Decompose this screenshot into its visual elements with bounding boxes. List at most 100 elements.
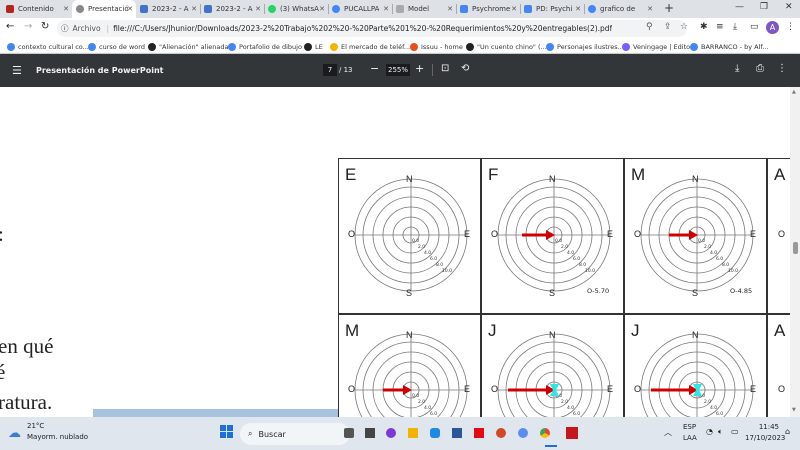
maximize-button[interactable]: ❐ (760, 2, 768, 12)
star-icon[interactable]: ☆ (680, 22, 688, 32)
close-icon[interactable]: ✕ (255, 5, 261, 13)
address-bar[interactable]: ⓘ Archivo | file:///C:/Users/Jhunior/Dow… (57, 20, 687, 37)
extensions-icon[interactable]: ✱ (700, 22, 708, 32)
cell-letter: A (774, 321, 786, 340)
lang-layout[interactable]: LAA (683, 434, 697, 442)
bookmark-4[interactable]: LE (304, 40, 323, 53)
netflix-icon[interactable] (474, 428, 484, 438)
bookmark-7[interactable]: "Un cuento chino" (... (466, 40, 547, 53)
battery-icon[interactable]: ▭ (731, 427, 739, 436)
app-icon-8[interactable] (518, 428, 528, 438)
avatar[interactable]: A (766, 21, 779, 34)
task-view-icon[interactable] (344, 428, 354, 438)
bookmark-5[interactable]: El mercado de teléf... (330, 40, 410, 53)
clock-time[interactable]: 11:45 (757, 423, 779, 431)
close-icon[interactable]: ✕ (511, 5, 517, 13)
app-icon-2[interactable] (386, 428, 396, 438)
close-icon[interactable]: ✕ (127, 5, 133, 13)
scrollbar-thumb[interactable] (793, 242, 798, 254)
rotate-icon[interactable]: ⟲ (461, 63, 469, 74)
bookmark-2[interactable]: "Alienación" alienada (148, 40, 229, 53)
acrobat-icon[interactable] (566, 427, 578, 439)
download-icon[interactable]: ⤓ (735, 63, 739, 74)
bookmark-label: "Un cuento chino" (... (477, 42, 547, 51)
reload-icon[interactable]: ↻ (41, 21, 49, 32)
info-icon[interactable]: ⓘ (61, 23, 69, 34)
print-icon[interactable]: ⎙ (756, 63, 764, 74)
tab-3[interactable]: 2023-2 - A ✕ (200, 0, 264, 18)
close-icon[interactable]: ✕ (575, 5, 581, 13)
close-icon[interactable]: ✕ (383, 5, 389, 13)
close-icon[interactable]: ✕ (647, 5, 653, 13)
share-icon[interactable]: ⇪ (664, 22, 672, 32)
close-icon[interactable]: ✕ (319, 5, 325, 13)
reading-list-icon[interactable]: ≡ (716, 22, 724, 32)
tab-label: Model (408, 5, 430, 13)
tab-1-active[interactable]: Presentació ✕ (72, 0, 136, 18)
west-label: O (348, 229, 356, 239)
bookmark-0[interactable]: contexto cultural co... (7, 40, 89, 53)
download-icon[interactable]: ⤓ (733, 22, 737, 32)
lang-code[interactable]: ESP (683, 423, 696, 431)
fit-page-icon[interactable]: ⊡ (441, 63, 449, 74)
zoom-out-icon[interactable]: − (370, 62, 379, 75)
menu-dots-icon[interactable]: ⋮ (786, 22, 795, 32)
tab-7[interactable]: Psychrome ✕ (456, 0, 520, 18)
clock-date[interactable]: 17/10/2023 (745, 434, 785, 442)
tab-5[interactable]: PUCALLPA ✕ (328, 0, 392, 18)
bookmark-icon (7, 42, 15, 51)
bookmark-8[interactable]: Personajes ilustres... (546, 40, 624, 53)
close-icon[interactable]: ✕ (63, 5, 69, 13)
ring-label: 4.0 (567, 405, 574, 411)
back-icon[interactable]: ← (6, 21, 14, 32)
file-explorer-icon[interactable] (408, 428, 418, 438)
zoom-icon[interactable]: ⚲ (646, 22, 653, 32)
windows-icon[interactable] (220, 425, 234, 439)
tab-8[interactable]: PD: Psychi ✕ (520, 0, 584, 18)
word-icon[interactable] (452, 428, 462, 438)
bookmark-1[interactable]: curso de word (88, 40, 145, 53)
tab-0[interactable]: Contenido ✕ (2, 0, 72, 18)
ring-label: 0.0 (412, 238, 419, 244)
scroll-up-icon[interactable]: ▲ (792, 89, 796, 95)
weather-icon[interactable]: ☁ (8, 426, 21, 441)
tab-4[interactable]: (3) WhatsA ✕ (264, 0, 328, 18)
bookmark-10[interactable]: BARRANCO - by Alf... (690, 40, 768, 53)
close-icon[interactable]: ✕ (447, 5, 453, 13)
search-box[interactable]: ⌕ Buscar (240, 423, 350, 445)
bookmark-label: LE (315, 42, 323, 51)
tab-6[interactable]: Model ✕ (392, 0, 456, 18)
chrome-icon[interactable] (540, 428, 550, 438)
close-icon[interactable]: ✕ (191, 5, 197, 13)
page-input[interactable]: 7 (323, 64, 337, 76)
menu-icon[interactable]: ☰ (12, 64, 22, 77)
close-window-button[interactable]: ✕ (785, 2, 793, 12)
new-tab-button[interactable]: + (664, 1, 674, 15)
zoom-input[interactable]: 255% (386, 64, 410, 76)
volume-icon[interactable]: 🔈︎ (718, 427, 723, 437)
chevron-up-icon[interactable]: ︿ (664, 427, 672, 438)
ring-label: 4.0 (710, 405, 717, 411)
bookmark-3[interactable]: Portafolio de dibujo (228, 40, 302, 53)
bookmark-label: El mercado de teléf... (341, 42, 411, 51)
bookmark-6[interactable]: Issuu - home (410, 40, 463, 53)
more-icon[interactable]: ⋮ (777, 63, 787, 74)
ring-label: 6.0 (716, 256, 723, 262)
tab-label: PD: Psychi (536, 5, 573, 13)
app-icon-4[interactable] (430, 428, 440, 438)
scrollbar[interactable]: ▲ ▼ (790, 87, 800, 417)
minimize-button[interactable]: — (735, 2, 744, 12)
pdf-viewer[interactable]: : en qué é ratura. E 0.02.04.06.08.010.0… (0, 87, 790, 417)
tab-9[interactable]: grafico de ✕ (584, 0, 656, 18)
sidepanel-icon[interactable]: ▭ (750, 22, 759, 32)
notification-icon[interactable]: ⌂ (785, 427, 790, 436)
zoom-in-icon[interactable]: + (415, 62, 424, 75)
app-icon-1[interactable] (365, 428, 375, 438)
tab-2[interactable]: 2023-2 - A ✕ (136, 0, 200, 18)
wifi-icon[interactable]: ◔ (706, 427, 713, 436)
powerpoint-icon[interactable] (496, 428, 506, 438)
scroll-down-icon[interactable]: ▼ (792, 407, 796, 413)
bookmark-9[interactable]: Veningage | Editor (622, 40, 693, 53)
url-text[interactable]: file:///C:/Users/Jhunior/Downloads/2023-… (113, 24, 612, 33)
forward-icon[interactable]: → (24, 21, 32, 32)
